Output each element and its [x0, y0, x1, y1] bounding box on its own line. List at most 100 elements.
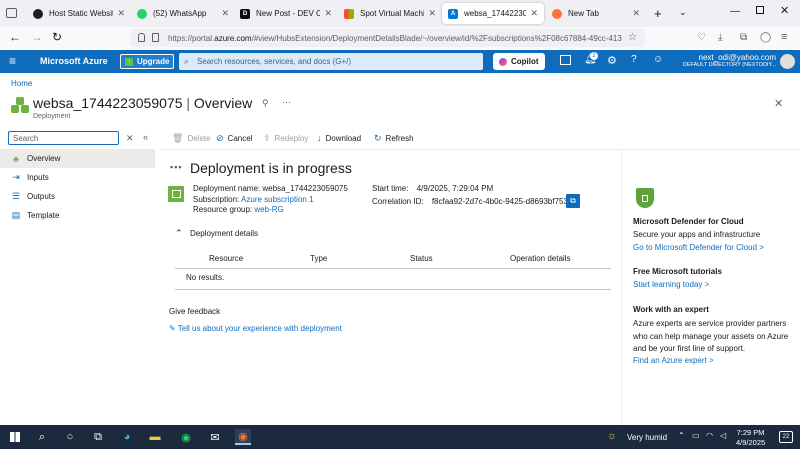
- delete-button[interactable]: 🗑︎ Delete: [172, 132, 211, 144]
- browser-tab[interactable]: Spot Virtual Machines ✕: [338, 3, 442, 24]
- defender-shield-icon: [636, 188, 654, 208]
- volume-icon[interactable]: ◁: [720, 431, 726, 440]
- extensions-icon[interactable]: ⧉: [740, 32, 747, 43]
- mail-icon[interactable]: ✉: [207, 429, 223, 445]
- details-heading[interactable]: Deployment details: [190, 229, 258, 238]
- browser-tab[interactable]: New Tab ✕: [546, 3, 646, 24]
- browser-tab[interactable]: D New Post - DEV Commu ✕: [234, 3, 338, 24]
- azure-brand[interactable]: Microsoft Azure: [40, 56, 108, 66]
- close-tab-icon[interactable]: ✕: [221, 8, 229, 19]
- back-icon[interactable]: ←: [9, 30, 21, 44]
- chevron-down-icon[interactable]: ⌄: [679, 7, 687, 18]
- close-tab-icon[interactable]: ✕: [428, 8, 436, 19]
- minimize-icon[interactable]: —: [730, 6, 740, 17]
- restore-icon[interactable]: [756, 6, 764, 14]
- defender-text: Secure your apps and infrastructure: [633, 230, 761, 239]
- close-window-icon[interactable]: ✕: [780, 4, 789, 17]
- expert-link[interactable]: Find an Azure expert >: [633, 356, 714, 365]
- copy-icon[interactable]: ⧉: [566, 194, 580, 208]
- expert-text-line3: and be your first line of support.: [633, 344, 746, 353]
- pocket-icon[interactable]: ♡: [697, 32, 706, 43]
- reload-icon[interactable]: ↻: [52, 30, 62, 44]
- collapse-menu-icon[interactable]: «: [143, 132, 148, 142]
- resource-menu-search-input[interactable]: Search: [8, 131, 119, 145]
- download-button[interactable]: ↓ Download: [317, 132, 361, 144]
- feedback-link[interactable]: ✎ Tell us about your experience with dep…: [169, 324, 342, 333]
- tutorials-title: Free Microsoft tutorials: [633, 267, 722, 276]
- column-header-status: Status: [410, 254, 433, 263]
- upgrade-icon: ↑: [125, 57, 133, 66]
- refresh-button[interactable]: ↻ Refresh: [374, 132, 414, 144]
- windows-icon: [344, 8, 354, 19]
- pin-icon[interactable]: ⚲: [262, 98, 269, 109]
- sidebar-item-overview[interactable]: ♣ Overview: [0, 149, 155, 168]
- forward-icon[interactable]: →: [31, 30, 43, 44]
- account-icon[interactable]: ◯: [760, 32, 771, 43]
- defender-link[interactable]: Go to Microsoft Defender for Cloud >: [633, 243, 764, 252]
- more-options-icon[interactable]: ···: [282, 97, 291, 107]
- upgrade-button[interactable]: ↑ Upgrade: [120, 54, 175, 69]
- breadcrumb-home[interactable]: Home: [11, 79, 32, 88]
- download-icon[interactable]: ⤓: [718, 32, 722, 43]
- clear-filter-icon[interactable]: ✕: [126, 133, 134, 144]
- task-view-icon[interactable]: ⧉: [90, 429, 106, 445]
- wifi-icon[interactable]: ◠: [706, 431, 713, 440]
- battery-icon[interactable]: ▭: [692, 431, 700, 440]
- sidebar-item-inputs[interactable]: ⇥ Inputs: [0, 168, 155, 187]
- subscription-link[interactable]: Azure subscription 1: [241, 195, 313, 204]
- tutorials-link[interactable]: Start learning today >: [633, 280, 709, 289]
- sidebar-item-template[interactable]: ▤ Template: [0, 206, 155, 225]
- file-explorer-icon[interactable]: ▬: [147, 429, 163, 445]
- edge-icon[interactable]: ◕: [119, 429, 135, 445]
- close-tab-icon[interactable]: ✕: [324, 8, 332, 19]
- column-header-operation-details: Operation details: [510, 254, 571, 263]
- tab-list-icon[interactable]: [6, 8, 17, 18]
- weather-icon[interactable]: ☼: [607, 430, 617, 442]
- browser-tab[interactable]: Host Static Website As ✕: [27, 3, 131, 24]
- overview-icon: ♣: [13, 153, 19, 164]
- firefox-icon[interactable]: ◉: [235, 429, 251, 445]
- new-tab-icon[interactable]: +: [654, 6, 662, 21]
- clock[interactable]: 7:29 PM 4/9/2025: [736, 428, 765, 448]
- avatar[interactable]: [780, 54, 795, 69]
- resource-group-row: Resource group: web-RG: [193, 205, 284, 214]
- collapse-chevron-icon[interactable]: ⌃: [175, 228, 183, 239]
- bookmark-star-icon[interactable]: ☆: [628, 32, 637, 43]
- whatsapp-icon[interactable]: ◉: [178, 429, 194, 445]
- search-icon[interactable]: ⌕: [34, 429, 50, 445]
- feedback-icon[interactable]: ☺: [653, 54, 663, 65]
- azure-icon: A: [448, 8, 458, 19]
- redeploy-button[interactable]: ⇪ Redeploy: [263, 132, 308, 144]
- defender-title: Microsoft Defender for Cloud: [633, 217, 744, 226]
- browser-tab[interactable]: (52) WhatsApp ✕: [131, 3, 235, 24]
- lock-icon[interactable]: [152, 33, 159, 42]
- sidebar-item-outputs[interactable]: ☰ Outputs: [0, 187, 155, 206]
- cloud-shell-icon[interactable]: [560, 55, 571, 65]
- notification-center-badge[interactable]: 22: [779, 431, 793, 443]
- url-bar[interactable]: https://portal. azure.com/#view/HubsExten…: [130, 29, 645, 47]
- settings-gear-icon[interactable]: ⚙: [607, 54, 617, 67]
- portal-menu-icon[interactable]: ≡: [9, 54, 16, 68]
- toolbar-divider: [160, 149, 800, 150]
- close-tab-icon[interactable]: ✕: [632, 8, 640, 19]
- resource-group-link[interactable]: web-RG: [254, 205, 283, 214]
- shield-icon[interactable]: [138, 33, 145, 42]
- show-hidden-icons-icon[interactable]: ⌃: [678, 431, 685, 440]
- help-icon[interactable]: ?: [631, 54, 637, 65]
- github-icon: [33, 8, 43, 19]
- weather-text[interactable]: Very humid: [627, 433, 667, 442]
- copilot-button[interactable]: Copilot: [493, 53, 545, 70]
- windows-start-icon[interactable]: [7, 429, 23, 445]
- close-tab-icon[interactable]: ✕: [530, 8, 538, 19]
- global-search-input[interactable]: ⌕ Search resources, services, and docs (…: [179, 53, 483, 70]
- close-blade-icon[interactable]: ✕: [774, 97, 783, 110]
- deployment-status-icon: [168, 186, 184, 202]
- browser-tab-active[interactable]: A websa_1744223059075 ✕: [442, 3, 544, 24]
- menu-icon[interactable]: ≡: [781, 31, 787, 43]
- deployment-name-row: Deployment name: websa_1744223059075: [193, 184, 348, 193]
- subscription-row: Subscription: Azure subscription 1: [193, 195, 314, 204]
- account-info[interactable]: next_odi@yahoo.com DEFAULT DIRECTORY (NE…: [680, 53, 776, 68]
- close-tab-icon[interactable]: ✕: [117, 8, 125, 19]
- cortana-icon[interactable]: ○: [62, 429, 78, 445]
- cancel-button[interactable]: ⊘ Cancel: [216, 132, 252, 144]
